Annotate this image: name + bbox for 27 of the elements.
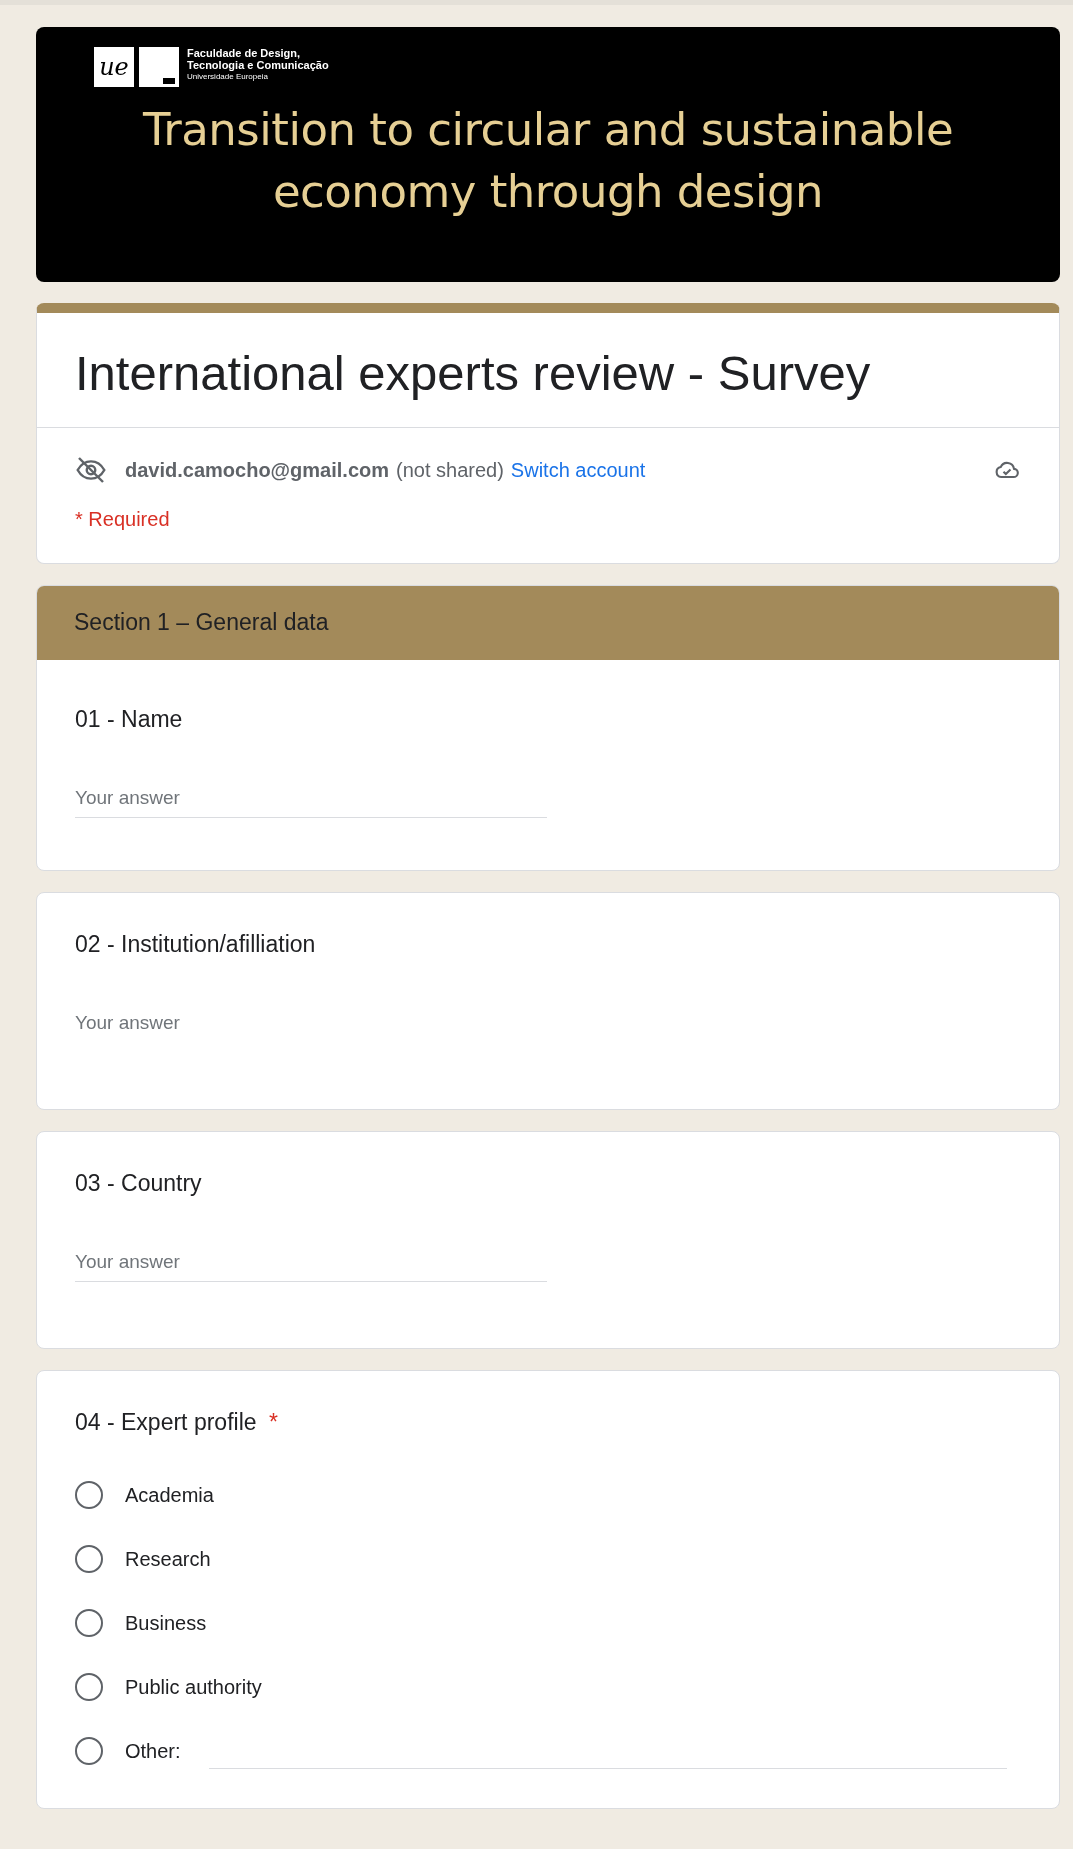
radio-button[interactable] bbox=[75, 1673, 103, 1701]
banner-title: Transition to circular and sustainable economy through design bbox=[141, 102, 955, 220]
radio-button[interactable] bbox=[75, 1545, 103, 1573]
logo-text: Tecnologia e Comunicação bbox=[187, 59, 329, 71]
required-asterisk: * bbox=[268, 1409, 278, 1435]
logo-square-icon bbox=[139, 47, 179, 87]
not-shared-note: (not shared) bbox=[396, 458, 504, 482]
question-title: 01 - Name bbox=[75, 706, 183, 732]
logo-text: Faculdade de Design, bbox=[187, 47, 302, 59]
radio-button[interactable] bbox=[75, 1737, 103, 1765]
option-label[interactable]: Research bbox=[125, 1547, 211, 1571]
question-title: 02 - Institution/afilliation bbox=[75, 931, 316, 957]
logo-text: Universidade Europeia bbox=[187, 71, 269, 82]
question-title: 04 - Expert profile bbox=[75, 1409, 257, 1435]
section-header: Section 1 – General data bbox=[37, 586, 1059, 660]
account-email: david.camocho@gmail.com bbox=[125, 458, 389, 482]
option-label[interactable]: Public authority bbox=[125, 1675, 262, 1699]
option-label[interactable]: Other: bbox=[125, 1739, 181, 1763]
question-title: 03 - Country bbox=[75, 1170, 202, 1196]
form-title: International experts review - Survey bbox=[74, 345, 872, 402]
logo-mark: ue bbox=[94, 47, 134, 87]
required-note: * Required bbox=[74, 507, 171, 532]
option-label[interactable]: Academia bbox=[125, 1483, 214, 1507]
radio-button[interactable] bbox=[75, 1609, 103, 1637]
radio-button[interactable] bbox=[75, 1481, 103, 1509]
option-label[interactable]: Business bbox=[125, 1611, 207, 1635]
switch-account-link[interactable]: Switch account bbox=[510, 458, 646, 482]
